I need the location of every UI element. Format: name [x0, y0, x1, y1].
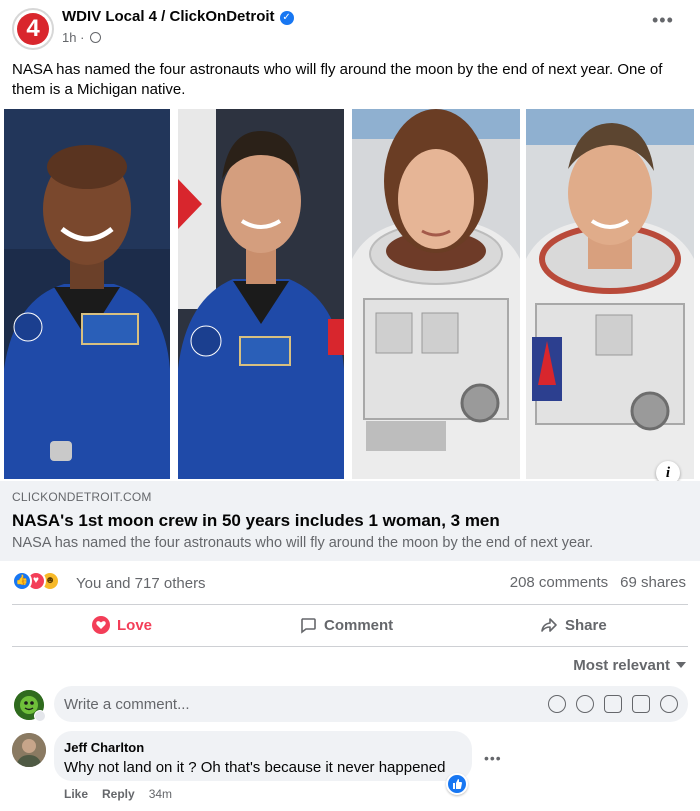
- action-bar: Love Comment Share: [12, 606, 688, 646]
- page-name-link[interactable]: WDIV Local 4 / ClickOnDetroit ✓: [62, 8, 294, 25]
- post-text: NASA has named the four astronauts who w…: [12, 61, 663, 98]
- love-button[interactable]: Love: [92, 606, 152, 646]
- sticker-smile-icon[interactable]: [660, 695, 678, 713]
- globe-icon: [90, 32, 102, 43]
- comment-more-options-button[interactable]: •••: [484, 750, 502, 766]
- channel-4-logo-icon: 4: [17, 13, 49, 45]
- astronaut-photo-1: [4, 109, 170, 479]
- post-time-text[interactable]: 1h ·: [62, 30, 84, 45]
- shares-count[interactable]: 69 shares: [620, 574, 686, 591]
- comment-like-reaction-icon[interactable]: [446, 773, 468, 795]
- love-icon: [92, 610, 110, 650]
- link-title[interactable]: NASA's 1st moon crew in 50 years include…: [12, 511, 500, 531]
- link-description: NASA has named the four astronauts who w…: [12, 535, 594, 551]
- page-name[interactable]: WDIV Local 4 / ClickOnDetroit: [62, 8, 275, 25]
- link-preview-image[interactable]: [0, 109, 700, 481]
- share-label[interactable]: Share: [565, 617, 607, 634]
- commenter-avatar[interactable]: [12, 733, 46, 767]
- love-label[interactable]: Love: [117, 617, 152, 634]
- sticker-icon[interactable]: [548, 695, 566, 713]
- astronaut-photo-3: [352, 109, 520, 479]
- comment-text: Why not land on it ? Oh that's because i…: [64, 759, 446, 776]
- comment-author[interactable]: Jeff Charlton: [64, 740, 144, 755]
- comment-button[interactable]: Comment: [299, 606, 393, 646]
- camera-icon[interactable]: [604, 695, 622, 713]
- link-domain: CLICKONDETROIT.COM: [12, 490, 152, 504]
- page-avatar[interactable]: 4: [12, 8, 54, 50]
- post-header: 4 WDIV Local 4 / ClickOnDetroit ✓ 1h · ••…: [0, 0, 700, 56]
- comment-reply-button[interactable]: Reply: [102, 787, 135, 801]
- share-icon: [540, 610, 558, 650]
- comments-count[interactable]: 208 comments: [510, 574, 608, 591]
- comment-icon: [299, 610, 317, 650]
- comment-label[interactable]: Comment: [324, 617, 393, 634]
- link-preview-box[interactable]: CLICKONDETROIT.COM NASA's 1st moon crew …: [0, 481, 700, 561]
- comment-actions: Like Reply 34m: [64, 787, 172, 801]
- comment-timestamp[interactable]: 34m: [149, 787, 172, 801]
- comment-input-box[interactable]: [54, 686, 688, 722]
- astronaut-photo-4: [526, 109, 694, 479]
- comment-bubble: Jeff Charlton Why not land on it ? Oh th…: [54, 731, 472, 781]
- sort-label[interactable]: Most relevant: [573, 657, 670, 674]
- gif-icon[interactable]: [632, 695, 650, 713]
- astronaut-photo-2: [178, 109, 344, 479]
- comment-input-icons: [548, 695, 678, 713]
- post-timestamp[interactable]: 1h ·: [62, 30, 102, 45]
- share-button[interactable]: Share: [540, 606, 607, 646]
- avatar-switch-icon[interactable]: [34, 710, 46, 722]
- comment-like-button[interactable]: Like: [64, 787, 88, 801]
- comment-share-counts: 208 comments 69 shares: [510, 574, 686, 591]
- divider: [12, 646, 688, 647]
- comment-sort-dropdown[interactable]: Most relevant: [573, 657, 686, 674]
- post-more-options-button[interactable]: •••: [652, 10, 674, 31]
- emoji-icon[interactable]: [576, 695, 594, 713]
- like-reaction-icon: 👍: [12, 571, 32, 591]
- verified-badge-icon: ✓: [279, 11, 294, 25]
- divider: [12, 604, 688, 605]
- chevron-down-icon: [676, 662, 686, 668]
- reaction-count[interactable]: You and 717 others: [76, 575, 206, 592]
- comment-input[interactable]: [64, 686, 524, 722]
